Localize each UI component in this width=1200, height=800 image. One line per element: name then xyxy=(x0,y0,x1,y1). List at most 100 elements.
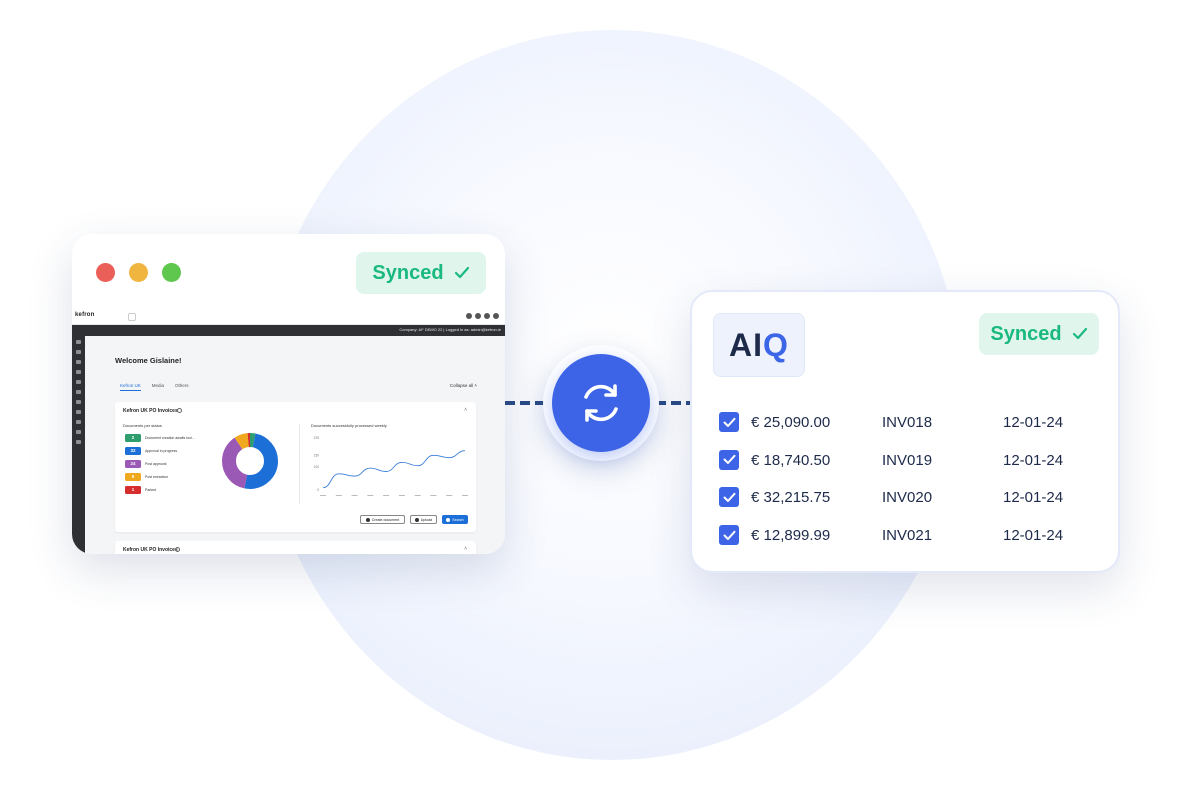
invoice-date: 12-01-24 xyxy=(1003,414,1064,431)
sidebar-folder-icon[interactable] xyxy=(76,400,81,404)
search-icon xyxy=(446,517,451,522)
row-checkbox[interactable] xyxy=(719,412,739,432)
info-icon[interactable] xyxy=(177,408,182,413)
sidebar-settings-icon[interactable] xyxy=(76,390,81,394)
synced-badge: Synced xyxy=(356,252,486,294)
app-screenshot: kefron Company: AF DEMO 22 | Logged in a… xyxy=(72,310,505,554)
invoice-number: INV021 xyxy=(882,527,933,545)
logout-icon[interactable] xyxy=(493,313,499,319)
status-label: Approval in progress xyxy=(145,448,178,453)
synced-badge: Synced xyxy=(979,313,1099,355)
search-button[interactable]: Search xyxy=(442,515,468,524)
sidebar-inbox-icon[interactable] xyxy=(76,380,81,384)
x-tick-mark xyxy=(462,495,468,496)
collapse-all-link[interactable]: Collapse all ˄ xyxy=(450,383,477,388)
invoice-row: € 12,899.99 INV021 12-01-24 xyxy=(719,525,1099,547)
invoice-number: INV019 xyxy=(882,451,933,469)
collapse-all-label: Collapse all xyxy=(449,383,474,388)
app-topbar: kefron xyxy=(72,310,505,325)
plus-icon xyxy=(365,517,370,522)
sidebar-info-icon[interactable] xyxy=(76,440,81,444)
dashboard-tabs: Kefron UK Media Others xyxy=(120,383,189,391)
y-tick-label: 0 xyxy=(317,488,319,492)
tab-kefron-uk[interactable]: Kefron UK xyxy=(120,383,141,391)
status-row[interactable]: 5 Post extraction xyxy=(125,472,168,481)
upload-button[interactable]: Upload xyxy=(410,515,437,524)
sidebar-document-icon[interactable] xyxy=(76,350,81,354)
sidebar-chart-icon[interactable] xyxy=(76,420,81,424)
status-count-pill: 32 xyxy=(125,446,141,455)
tab-others[interactable]: Others xyxy=(175,383,189,391)
sidebar-list-icon[interactable] xyxy=(76,410,81,414)
sidebar-users-icon[interactable] xyxy=(76,370,81,374)
user-icon[interactable] xyxy=(484,313,490,319)
invoice-date: 12-01-24 xyxy=(1003,527,1064,545)
po-invoices-card-2: Kefron UK PO Invoices ˄ xyxy=(115,541,476,554)
status-label: Document creation awaits tool... xyxy=(145,435,195,440)
status-label: Post approval xyxy=(145,461,167,466)
y-tick-label: 225 xyxy=(314,436,320,440)
aiq-card: AIQ Synced € 25,090.00 INV018 12-01-24 € 18… xyxy=(690,290,1120,573)
invoice-date: 12-01-24 xyxy=(1003,451,1064,469)
invoice-number: INV020 xyxy=(882,489,933,507)
invoice-row: € 18,740.50 INV019 12-01-24 xyxy=(719,449,1099,472)
row-checkbox[interactable] xyxy=(719,525,739,546)
y-tick-label: 150 xyxy=(314,453,320,457)
dashboard: Welcome Gislaine! Kefron UK Media Others… xyxy=(85,336,505,554)
chevron-up-icon[interactable]: ˄ xyxy=(464,546,467,552)
status-row[interactable]: 32 Approval in progress xyxy=(125,446,177,455)
weekly-section-title: Documents successfully processed weekly xyxy=(311,423,387,428)
connector-line-left xyxy=(505,401,545,405)
sidebar-edit-icon[interactable] xyxy=(76,360,81,364)
kefron-app-window: Synced kefron Company: AF DEMO 22 | Logg… xyxy=(72,234,505,554)
status-label: Parked xyxy=(145,487,157,492)
invoice-amount: € 18,740.50 xyxy=(751,451,831,469)
check-icon xyxy=(723,530,735,540)
maximize-window-dot[interactable] xyxy=(162,263,181,282)
check-icon xyxy=(723,454,735,465)
topbar-icons xyxy=(466,313,499,319)
upload-icon xyxy=(414,517,419,522)
status-label: Post extraction xyxy=(145,474,169,479)
status-row[interactable]: 24 Post approval xyxy=(125,459,166,468)
card-title: Kefron UK PO Invoices xyxy=(123,408,178,414)
invoice-amount: € 25,090.00 xyxy=(751,414,831,431)
home-icon[interactable] xyxy=(128,313,136,321)
x-tick-mark xyxy=(446,495,453,496)
card-title: Kefron UK PO Invoices xyxy=(123,547,178,553)
settings-icon[interactable] xyxy=(466,313,472,319)
x-tick-mark xyxy=(383,495,390,496)
x-tick-mark xyxy=(414,495,421,496)
info-icon[interactable] xyxy=(175,547,180,552)
app-sidebar xyxy=(72,336,85,554)
status-donut-chart xyxy=(222,433,278,489)
logo-letter-i: I xyxy=(753,326,764,363)
invoice-row: € 32,215.75 INV020 12-01-24 xyxy=(719,487,1099,509)
chevron-up-icon[interactable]: ˄ xyxy=(464,407,467,413)
company-bar: Company: AF DEMO 22 | Logged in as: admi… xyxy=(72,325,505,336)
x-tick-mark xyxy=(430,495,437,496)
status-count-pill: 24 xyxy=(125,459,141,468)
create-document-button[interactable]: Create document xyxy=(360,515,405,524)
status-row[interactable]: 2 Document creation awaits tool... xyxy=(125,433,195,442)
close-window-dot[interactable] xyxy=(96,263,115,282)
weekly-series-line xyxy=(322,450,466,489)
status-count-pill: 2 xyxy=(125,433,141,442)
help-icon[interactable] xyxy=(475,313,481,319)
row-checkbox[interactable] xyxy=(719,449,739,470)
synced-label: Synced xyxy=(990,322,1062,345)
company-info: Company: AF DEMO 22 | Logged in as: admi… xyxy=(399,327,501,332)
sync-button[interactable] xyxy=(552,354,650,452)
logo-letter-a: A xyxy=(729,326,754,363)
sidebar-gear-icon[interactable] xyxy=(76,430,81,434)
aiq-logo: AIQ xyxy=(713,313,805,377)
tab-media[interactable]: Media xyxy=(152,383,164,391)
status-row[interactable]: 1 Parked xyxy=(125,485,156,494)
minimize-window-dot[interactable] xyxy=(129,263,148,282)
sidebar-home-icon[interactable] xyxy=(76,340,81,344)
create-document-label: Create document xyxy=(371,517,400,522)
invoice-row: € 25,090.00 INV018 12-01-24 xyxy=(719,412,1099,434)
check-icon xyxy=(723,492,735,502)
row-checkbox[interactable] xyxy=(719,487,739,508)
invoice-amount: € 32,215.75 xyxy=(751,489,831,507)
